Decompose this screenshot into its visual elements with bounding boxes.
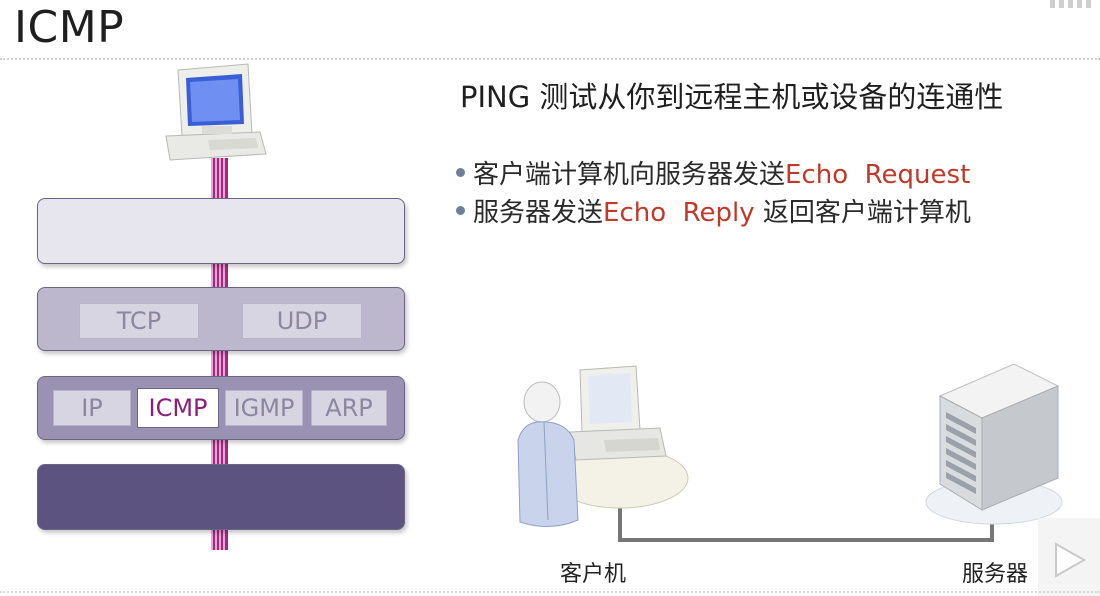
bullet-dot bbox=[456, 206, 465, 215]
bullet-item: 客户端计算机向服务器发送Echo Request bbox=[456, 154, 970, 191]
computer-icon bbox=[160, 62, 270, 162]
protocol-arp: ARP bbox=[311, 390, 387, 426]
headline: PING 测试从你到远程主机或设备的连通性 bbox=[460, 80, 1004, 114]
bullet-item: 服务器发送Echo Reply 返回客户端计算机 bbox=[456, 192, 971, 229]
client-label: 客户机 bbox=[560, 562, 627, 587]
bullet-highlight: Echo Request bbox=[785, 160, 971, 190]
footer-divider bbox=[0, 591, 1100, 593]
client-user-icon bbox=[510, 360, 690, 540]
bullet-text: 客户端计算机向服务器发送 bbox=[473, 160, 786, 190]
layer-application bbox=[37, 198, 405, 264]
server-label: 服务器 bbox=[962, 562, 1029, 587]
server-tower-icon bbox=[918, 360, 1068, 530]
protocol-udp: UDP bbox=[242, 303, 362, 339]
bullet-dot bbox=[456, 168, 465, 177]
corner-mark bbox=[1050, 0, 1094, 8]
bullet-suffix: 返回客户端计算机 bbox=[754, 198, 971, 228]
protocol-ip: IP bbox=[53, 390, 131, 426]
protocol-icmp: ICMP bbox=[137, 388, 219, 428]
network-diagram: 客户机 服务器 bbox=[430, 330, 1100, 596]
play-button[interactable] bbox=[1038, 518, 1100, 596]
bullet-text: 服务器发送 bbox=[473, 198, 604, 228]
bullet-highlight: Echo Reply bbox=[603, 198, 755, 228]
protocol-igmp: IGMP bbox=[225, 390, 303, 426]
protocol-stack: TCP UDP IP ICMP IGMP ARP bbox=[0, 0, 430, 596]
protocol-tcp: TCP bbox=[79, 303, 199, 339]
layer-link bbox=[37, 464, 405, 530]
